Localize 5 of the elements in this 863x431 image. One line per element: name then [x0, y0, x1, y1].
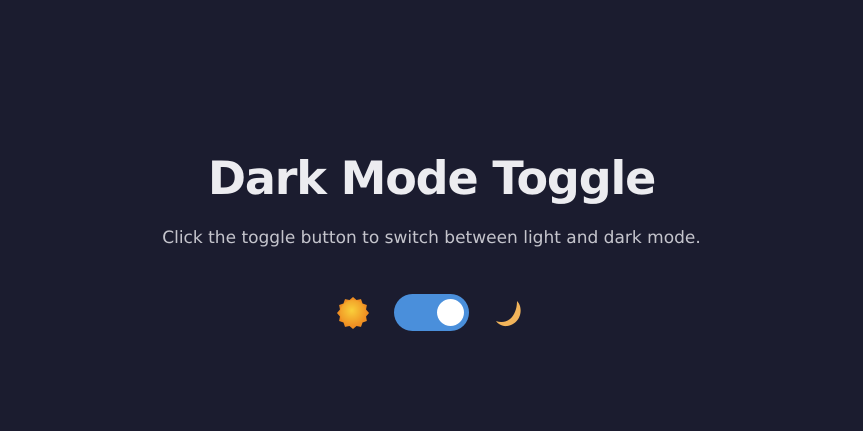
- page-title: Dark Mode Toggle: [208, 150, 656, 207]
- toggle-thumb: [437, 299, 464, 326]
- description: Click the toggle button to switch between light and dark mode.: [162, 227, 701, 250]
- sun-icon: [336, 296, 370, 330]
- dark-mode-toggle[interactable]: [394, 294, 469, 331]
